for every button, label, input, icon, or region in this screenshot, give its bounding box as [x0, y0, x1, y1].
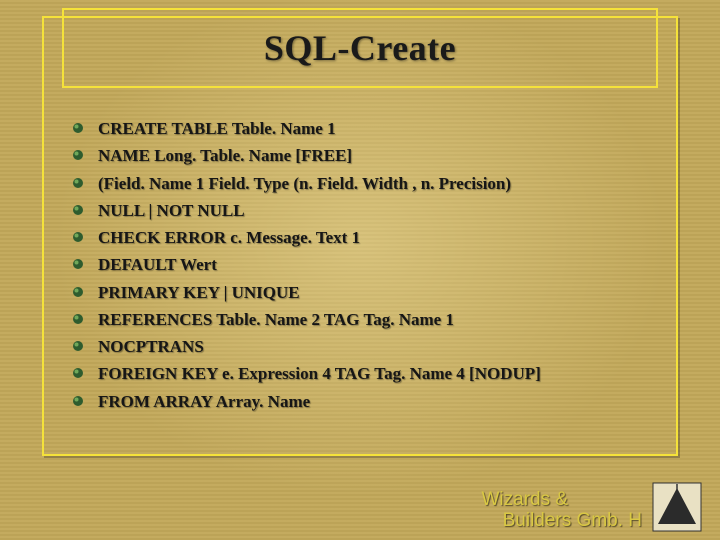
list-item-text: FROM ARRAY Array. Name [98, 391, 310, 412]
list-item: (Field. Name 1 Field. Type (n. Field. Wi… [72, 173, 652, 194]
list-item: NAME Long. Table. Name [FREE] [72, 145, 652, 166]
bullet-icon [72, 204, 84, 216]
list-item: REFERENCES Table. Name 2 TAG Tag. Name 1 [72, 309, 652, 330]
bullet-icon [72, 231, 84, 243]
list-item-text: NULL | NOT NULL [98, 200, 245, 221]
footer-text: Wizards & Builders Gmb. H [482, 490, 643, 532]
bullet-icon [72, 395, 84, 407]
list-item: FROM ARRAY Array. Name [72, 391, 652, 412]
bullet-icon [72, 149, 84, 161]
list-item-text: PRIMARY KEY | UNIQUE [98, 282, 300, 303]
bullet-icon [72, 286, 84, 298]
list-item-text: CREATE TABLE Table. Name 1 [98, 118, 336, 139]
list-item: DEFAULT Wert [72, 254, 652, 275]
footer: Wizards & Builders Gmb. H [482, 482, 703, 532]
bullet-icon [72, 340, 84, 352]
list-item-text: REFERENCES Table. Name 2 TAG Tag. Name 1 [98, 309, 454, 330]
list-item-text: (Field. Name 1 Field. Type (n. Field. Wi… [98, 173, 511, 194]
list-item: CHECK ERROR c. Message. Text 1 [72, 227, 652, 248]
list-item-text: FOREIGN KEY e. Expression 4 TAG Tag. Nam… [98, 363, 541, 384]
bullet-icon [72, 258, 84, 270]
title-box: SQL-Create [62, 8, 658, 88]
list-item-text: NAME Long. Table. Name [FREE] [98, 145, 352, 166]
bullet-icon [72, 177, 84, 189]
list-item-text: CHECK ERROR c. Message. Text 1 [98, 227, 360, 248]
bullet-list: CREATE TABLE Table. Name 1 NAME Long. Tab… [72, 118, 652, 418]
slide-title: SQL-Create [264, 27, 456, 69]
list-item: NOCPTRANS [72, 336, 652, 357]
bullet-icon [72, 122, 84, 134]
list-item: PRIMARY KEY | UNIQUE [72, 282, 652, 303]
bullet-icon [72, 313, 84, 325]
list-item-text: DEFAULT Wert [98, 254, 217, 275]
list-item: NULL | NOT NULL [72, 200, 652, 221]
bullet-icon [72, 367, 84, 379]
logo-icon [652, 482, 702, 532]
list-item: CREATE TABLE Table. Name 1 [72, 118, 652, 139]
list-item: FOREIGN KEY e. Expression 4 TAG Tag. Nam… [72, 363, 652, 384]
list-item-text: NOCPTRANS [98, 336, 204, 357]
